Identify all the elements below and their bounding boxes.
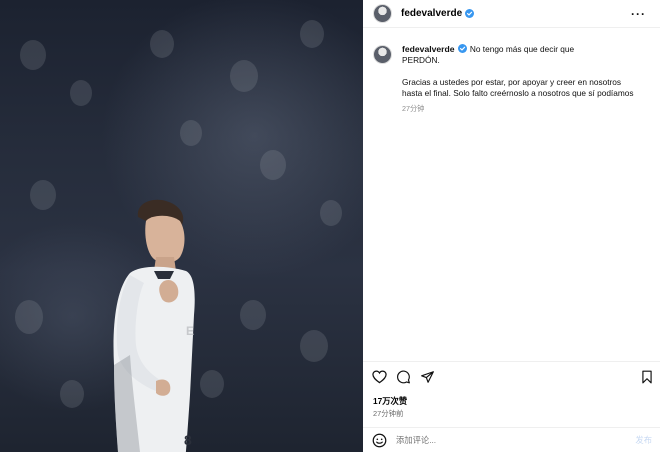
crowd-figure [300, 330, 328, 362]
post-comment-button[interactable]: 发布 [635, 434, 652, 446]
bookmark-button[interactable] [641, 370, 653, 384]
post-timestamp: 27分钟前 [373, 409, 404, 418]
caption-text-line2: PERDÓN. [402, 55, 440, 65]
caption-text-line4: hasta el final. Solo falto creérnoslo a … [402, 88, 634, 98]
comment-icon[interactable] [396, 370, 411, 384]
more-options-icon[interactable]: ··· [631, 7, 646, 21]
post-header: fedevalverde ··· [363, 0, 660, 28]
post-image[interactable]: E 8 [0, 0, 363, 452]
crowd-figure [240, 300, 266, 330]
verified-badge-icon [465, 9, 475, 18]
crowd-figure [60, 380, 84, 408]
caption: fedevalverde No tengo más que decir que … [373, 44, 656, 114]
like-count[interactable]: 17万次赞 [373, 395, 407, 407]
comment-input[interactable] [396, 435, 616, 445]
svg-text:E: E [186, 324, 194, 338]
crowd-figure [15, 300, 43, 334]
crowd-figure [180, 120, 202, 146]
svg-text:8: 8 [184, 432, 192, 448]
avatar[interactable] [373, 4, 392, 23]
caption-text-line1: No tengo más que decir que [469, 44, 575, 54]
bookmark-icon[interactable] [641, 370, 653, 384]
post-details-panel: fedevalverde ··· fedevalverde No tengo m… [363, 0, 660, 452]
crowd-figure [30, 180, 56, 210]
paper-plane-icon[interactable] [420, 370, 435, 384]
crowd-figure [300, 20, 324, 48]
verified-badge-icon [457, 44, 467, 53]
crowd-figure [70, 80, 92, 106]
heart-icon[interactable] [372, 370, 387, 384]
crowd-figure [150, 30, 174, 58]
caption-text-line3: Gracias a ustedes por estar, por apoyar … [402, 77, 622, 87]
caption-username[interactable]: fedevalverde [402, 44, 455, 54]
caption-first-line: fedevalverde No tengo más que decir que [402, 44, 634, 55]
crowd-figure [320, 200, 342, 226]
caption-timestamp: 27分钟 [402, 104, 425, 113]
action-icons [372, 370, 435, 384]
player-figure: E 8 [113, 199, 195, 452]
caption-body: fedevalverde No tengo más que decir que … [402, 44, 634, 114]
username[interactable]: fedevalverde [401, 8, 462, 19]
smiley-icon[interactable] [372, 433, 387, 448]
crowd-figure [230, 60, 258, 92]
comment-bar: 发布 [363, 427, 660, 452]
crowd-figure [260, 150, 286, 180]
crowd-figure [20, 40, 46, 70]
avatar[interactable] [373, 45, 392, 64]
